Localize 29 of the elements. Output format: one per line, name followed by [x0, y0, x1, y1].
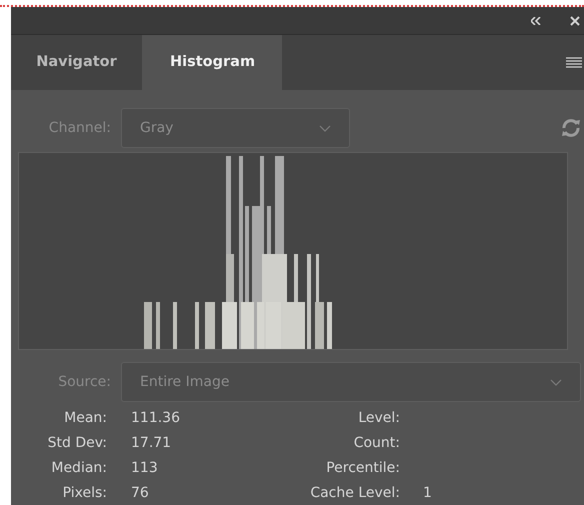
chevron-icon [550, 378, 562, 386]
close-icon[interactable] [570, 16, 580, 26]
chevron-icon [319, 124, 331, 132]
histogram-bar [205, 302, 215, 349]
stat-label: Level: [357, 409, 400, 428]
menu-icon[interactable] [566, 57, 582, 68]
channel-dropdown[interactable]: Gray [121, 108, 350, 148]
tab[interactable]: Navigator [11, 35, 142, 90]
stat-label: Percentile: [325, 459, 400, 478]
refresh-icon[interactable] [560, 117, 582, 139]
stat-label: Median: [50, 459, 107, 478]
histogram-bar [173, 302, 177, 349]
collapse-icon[interactable] [531, 16, 541, 24]
stat-value: 17.71 [130, 434, 172, 453]
tab[interactable]: Histogram [142, 35, 282, 90]
stat-label: Count: [352, 434, 400, 453]
stat-value: 1 [422, 484, 433, 503]
histogram-bar [195, 302, 199, 349]
stat-label: Pixels: [62, 484, 107, 503]
stat-value: 76 [130, 484, 150, 503]
source-dropdown[interactable]: Entire Image [121, 362, 581, 402]
histogram-bar [156, 302, 160, 349]
stat-label: Mean: [63, 409, 107, 428]
histogram-bar [144, 302, 152, 349]
stat-value: 113 [130, 459, 159, 478]
stat-value: 111.36 [130, 409, 181, 428]
stat-label: Cache Level: [309, 484, 400, 503]
histogram-bar [327, 302, 332, 349]
stat-label: Std Dev: [46, 434, 107, 453]
